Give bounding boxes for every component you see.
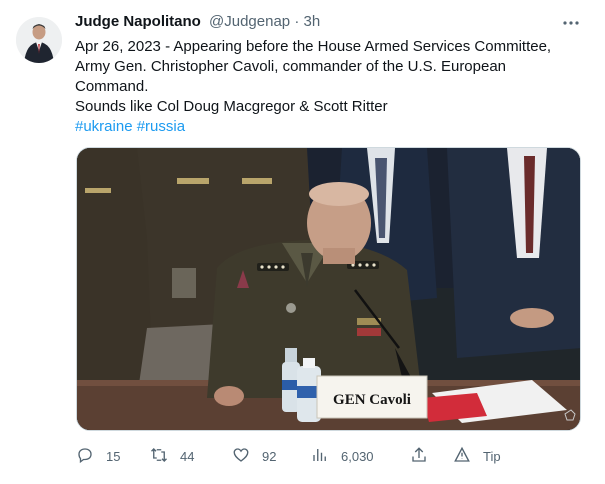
- tip-label: Tip: [483, 448, 501, 464]
- action-bar: 15 44 92 6,030 Tip: [76, 445, 581, 467]
- views-count: 6,030: [341, 448, 374, 464]
- reply-button[interactable]: 15: [76, 445, 120, 467]
- share-button[interactable]: [410, 445, 428, 467]
- separator-dot: ·: [294, 13, 300, 30]
- tweet-line: Sounds like Col Doug Macgregor & Scott R…: [75, 98, 388, 115]
- hearing-photo: GEN Cavoli: [77, 148, 580, 430]
- tweet-text: Apr 26, 2023 - Appearing before the Hous…: [75, 37, 585, 137]
- retweet-count: 44: [180, 448, 195, 464]
- tip-button[interactable]: Tip: [453, 445, 501, 467]
- views-icon: [311, 446, 329, 467]
- hashtag-line: #ukraine #russia: [75, 117, 585, 137]
- tweet-media[interactable]: GEN Cavoli: [76, 147, 581, 431]
- heart-icon: [232, 446, 250, 467]
- like-button[interactable]: 92: [232, 445, 276, 467]
- like-count: 92: [262, 448, 277, 464]
- reply-count: 15: [106, 448, 121, 464]
- avatar[interactable]: [16, 17, 62, 63]
- views-button[interactable]: 6,030: [311, 445, 374, 467]
- tweet-line: Army Gen. Christopher Cavoli, commander …: [75, 58, 507, 75]
- tweet-header: Judge Napolitano @Judgenap · 3h: [75, 12, 320, 32]
- retweet-button[interactable]: 44: [150, 445, 194, 467]
- retweet-icon: [150, 446, 168, 467]
- timestamp[interactable]: 3h: [303, 13, 320, 30]
- tweet: Judge Napolitano @Judgenap · 3h Apr 26, …: [0, 0, 605, 484]
- tweet-line: Command.: [75, 78, 149, 95]
- hashtag-russia[interactable]: #russia: [137, 118, 185, 135]
- reply-icon: [76, 446, 94, 467]
- more-dots: [563, 21, 579, 25]
- author-name[interactable]: Judge Napolitano: [75, 13, 201, 30]
- tip-icon: [453, 446, 471, 467]
- nameplate-text: GEN Cavoli: [333, 392, 411, 408]
- share-icon: [410, 446, 428, 467]
- avatar-image: [16, 17, 62, 63]
- more-icon[interactable]: [560, 14, 582, 32]
- hashtag-ukraine[interactable]: #ukraine: [75, 118, 133, 135]
- author-handle[interactable]: @Judgenap: [209, 13, 290, 30]
- tweet-line: Apr 26, 2023 - Appearing before the Hous…: [75, 38, 552, 55]
